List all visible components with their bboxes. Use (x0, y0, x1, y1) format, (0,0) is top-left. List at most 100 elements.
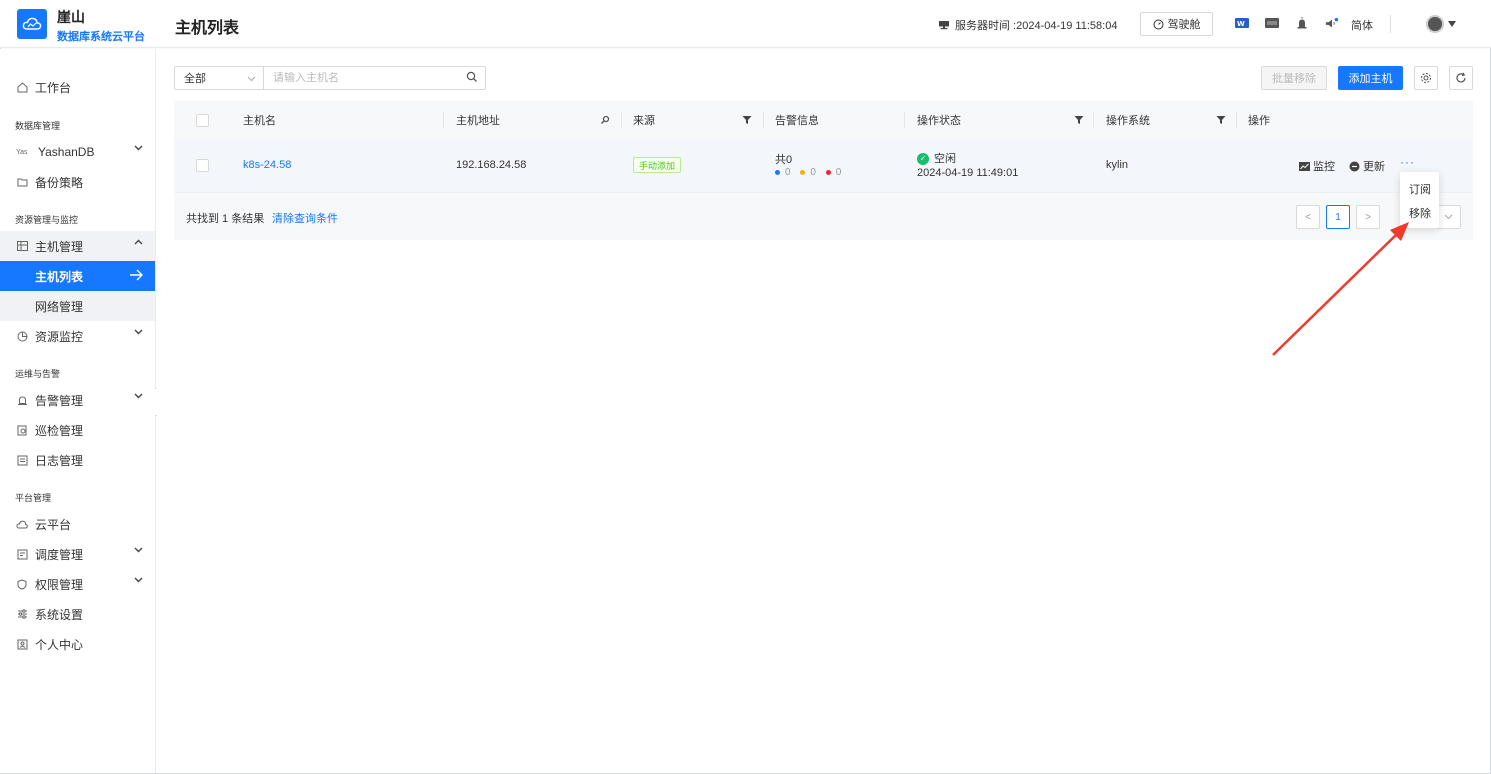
sidebar-item-label: 告警管理 (35, 393, 84, 408)
grid-icon (16, 240, 28, 252)
filter-icon[interactable] (1216, 115, 1226, 125)
table-header: 主机名 主机地址 来源 告警信息 操作状态 操作系统 操作 (174, 101, 1473, 139)
cloud-logo-icon[interactable] (17, 9, 47, 39)
search-icon[interactable] (466, 71, 478, 83)
sidebar-item-inspection[interactable]: 巡检管理 (0, 415, 155, 445)
pie-chart-icon (16, 330, 28, 342)
chevron-up-icon (134, 239, 143, 245)
annotation-arrow-icon (1272, 222, 1409, 356)
alarm-dot-blue (775, 169, 780, 175)
gauge-icon (1153, 19, 1164, 30)
alarm-total: 共0 (775, 154, 793, 166)
sidebar-item-personal[interactable]: 个人中心 (0, 629, 155, 659)
sidebar-item-network[interactable]: 网络管理 (0, 291, 155, 321)
inspect-icon (16, 424, 28, 436)
sidebar-item-label: 主机列表 (35, 269, 84, 284)
sidebar-item-label: 资源监控 (35, 329, 84, 344)
os-name: kylin (1106, 159, 1129, 171)
subscribe-menu-item[interactable]: 订阅 (1409, 181, 1431, 197)
sidebar-item-permission[interactable]: 权限管理 (0, 569, 155, 599)
shield-icon (16, 578, 28, 590)
column-settings-button[interactable] (1414, 66, 1438, 90)
search-icon[interactable] (600, 115, 610, 125)
sidebar-item-label: 主机管理 (35, 239, 84, 254)
nav-group-platform: 平台管理 (15, 493, 52, 503)
row-checkbox[interactable] (196, 159, 209, 172)
sidebar-item-cloud[interactable]: 云平台 (0, 509, 155, 539)
column-status: 操作状态 (917, 115, 961, 127)
more-actions-button[interactable]: ··· (1400, 155, 1415, 169)
gear-icon (1420, 72, 1432, 84)
cockpit-button[interactable]: 驾驶舱 (1140, 12, 1213, 36)
chevron-down-icon (134, 145, 143, 151)
source-filter-select[interactable]: 全部 (174, 66, 263, 90)
page-title: 主机列表 (175, 20, 240, 37)
column-hostname: 主机名 (243, 115, 276, 127)
update-icon (1349, 161, 1360, 172)
result-count: 共找到 1 条结果 (186, 213, 265, 225)
sidebar-item-yashandb[interactable]: Yas YashanDB (0, 137, 155, 167)
batch-remove-button[interactable]: 批量移除 (1261, 66, 1327, 90)
monitor-action[interactable]: 监控 (1299, 158, 1335, 174)
column-actions: 操作 (1248, 115, 1270, 127)
sidebar-item-label: 工作台 (35, 80, 72, 95)
alarm-dot-yellow (800, 169, 806, 175)
alarm-dot-red (825, 169, 831, 175)
alarm-icon[interactable] (1295, 16, 1309, 30)
chart-icon (1299, 161, 1310, 171)
word-icon[interactable]: W (1235, 16, 1249, 30)
brand-subtitle: 数据库系统云平台 (57, 31, 145, 43)
filter-icon[interactable] (742, 115, 752, 125)
sidebar-item-backup[interactable]: 备份策略 (0, 167, 155, 197)
update-action-label: 更新 (1363, 161, 1385, 173)
refresh-button[interactable] (1449, 66, 1473, 90)
sidebar-item-host-list[interactable]: 主机列表 (0, 261, 155, 291)
sidebar-item-log[interactable]: 日志管理 (0, 445, 155, 475)
chevron-down-icon (134, 547, 143, 553)
filter-icon[interactable] (1074, 115, 1084, 125)
caret-down-icon[interactable] (1448, 21, 1456, 27)
column-alarm: 告警信息 (775, 115, 819, 127)
user-card-icon (16, 638, 28, 650)
sidebar-item-resource-monitor[interactable]: 资源监控 (0, 321, 155, 351)
nav-group-db: 数据库管理 (15, 121, 61, 131)
sidebar-item-label: 调度管理 (35, 547, 84, 562)
server-time-text: 服务器时间 :2024-04-19 11:58:04 (955, 20, 1118, 32)
sidebar-item-label: 网络管理 (35, 299, 84, 314)
monitor-action-label: 监控 (1313, 161, 1335, 173)
hostname-search-input[interactable] (263, 66, 486, 90)
column-divider (904, 112, 905, 128)
sidebar-item-label: 备份策略 (35, 175, 84, 190)
sidebar-item-settings[interactable]: 系统设置 (0, 599, 155, 629)
column-address: 主机地址 (456, 115, 500, 127)
hostname-link[interactable]: k8s-24.58 (243, 159, 291, 171)
chevron-down-icon (1444, 214, 1453, 220)
top-header: 崖山 数据库系统云平台 主机列表 服务器时间 :2024-04-19 11:58… (0, 0, 1491, 48)
chevron-down-icon (247, 72, 256, 82)
add-host-button[interactable]: 添加主机 (1338, 66, 1403, 90)
nav-group-resource: 资源管理与监控 (15, 215, 79, 225)
avatar-icon[interactable] (1426, 15, 1444, 33)
schedule-icon (16, 548, 28, 560)
column-source: 来源 (633, 115, 655, 127)
update-action[interactable]: 更新 (1349, 158, 1385, 174)
svg-text:W: W (1237, 20, 1245, 28)
sidebar-item-label: 系统设置 (35, 607, 84, 622)
sidebar-item-alarm[interactable]: 告警管理 (0, 385, 155, 415)
column-divider (443, 112, 444, 128)
select-all-checkbox[interactable] (196, 114, 209, 127)
sidebar-item-workbench[interactable]: 工作台 (0, 72, 155, 102)
csv-icon[interactable] (1265, 16, 1279, 30)
speaker-icon[interactable] (1325, 16, 1339, 30)
sidebar-item-host-mgmt[interactable]: 主机管理 (0, 231, 155, 261)
sliders-icon (16, 608, 28, 620)
refresh-icon (1455, 72, 1467, 84)
clear-filter-link[interactable]: 清除查询条件 (272, 210, 338, 226)
sidebar-item-schedule[interactable]: 调度管理 (0, 539, 155, 569)
page-size-select[interactable] (1436, 205, 1461, 229)
column-divider (621, 112, 622, 128)
sidebar: 工作台 数据库管理 Yas YashanDB 备份策略 资源管理与监控 主机管理… (0, 49, 156, 773)
cloud-icon (16, 518, 28, 530)
column-divider (1236, 112, 1237, 128)
language-switch[interactable]: 简体 (1351, 17, 1373, 33)
